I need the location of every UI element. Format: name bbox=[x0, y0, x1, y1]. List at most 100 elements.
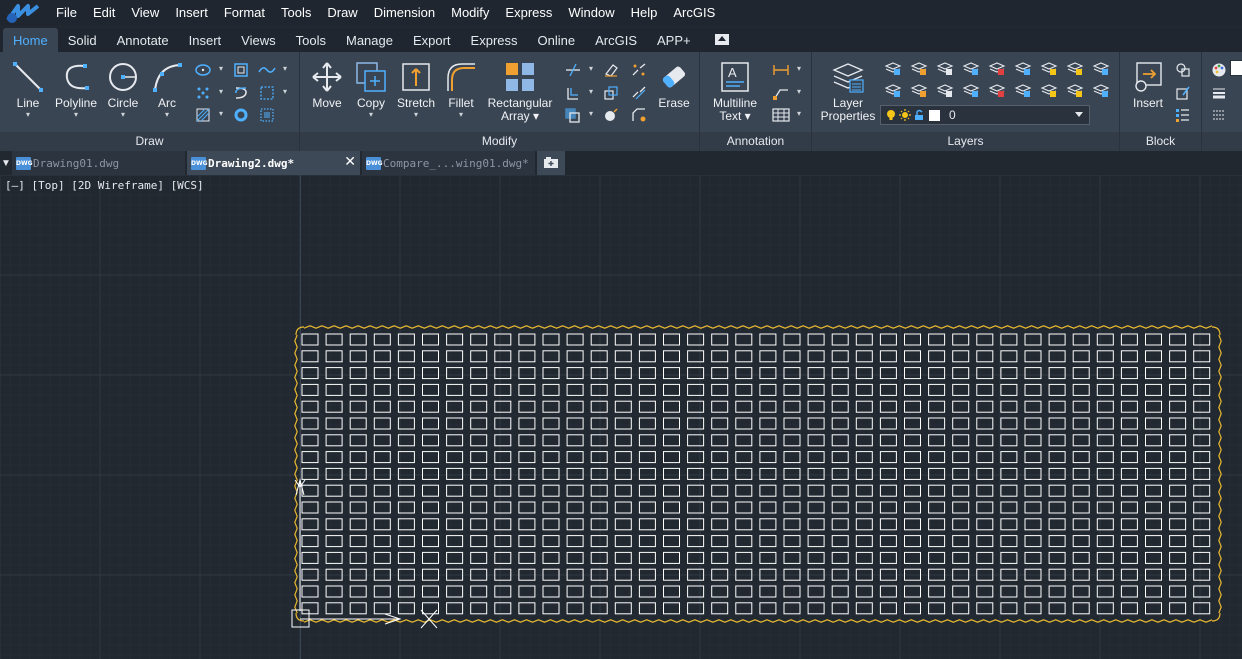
layer-current-button[interactable] bbox=[1012, 80, 1034, 100]
tab-manage[interactable]: Manage bbox=[336, 28, 403, 52]
tab-online[interactable]: Online bbox=[528, 28, 586, 52]
arc-button[interactable]: Arc ▾ bbox=[148, 60, 186, 119]
spline-button[interactable]: ▾ bbox=[256, 60, 287, 80]
polyline-dropdown-icon[interactable]: ▾ bbox=[74, 110, 78, 119]
join-button[interactable] bbox=[628, 83, 650, 103]
leader-button[interactable]: ▾ bbox=[770, 83, 801, 103]
helix-button[interactable] bbox=[230, 83, 252, 103]
multiline-text-button[interactable]: A Multiline Text ▾ bbox=[708, 60, 762, 123]
tab-solid[interactable]: Solid bbox=[58, 28, 107, 52]
layer-unisolate-button[interactable] bbox=[986, 80, 1008, 100]
tab-list-dropdown-icon[interactable]: ▼ bbox=[0, 151, 12, 175]
tab-annotate[interactable]: Annotate bbox=[107, 28, 179, 52]
color-palette-button[interactable] bbox=[1208, 60, 1230, 80]
layer-lock-button[interactable] bbox=[1012, 58, 1034, 78]
layer-unlock-button[interactable] bbox=[1038, 80, 1060, 100]
explode-button[interactable] bbox=[600, 105, 622, 125]
arc-dropdown-icon[interactable]: ▾ bbox=[165, 110, 169, 119]
close-tab-icon[interactable]: ✕ bbox=[344, 154, 356, 170]
new-drawing-button[interactable] bbox=[537, 151, 565, 175]
edit-block-button[interactable] bbox=[1172, 83, 1194, 103]
menu-view[interactable]: View bbox=[123, 0, 167, 26]
tab-insert[interactable]: Insert bbox=[179, 28, 232, 52]
layer-off-button[interactable] bbox=[986, 58, 1008, 78]
tab-home[interactable]: Home bbox=[3, 28, 58, 52]
menu-edit[interactable]: Edit bbox=[85, 0, 123, 26]
layer-match-button[interactable] bbox=[908, 58, 930, 78]
insert-block-button[interactable]: Insert bbox=[1128, 60, 1168, 110]
ribbon-minimize-icon[interactable] bbox=[714, 34, 729, 45]
layer-isolate-button[interactable] bbox=[934, 58, 956, 78]
polyline-button[interactable]: Polyline ▾ bbox=[54, 60, 98, 119]
tab-arcgis[interactable]: ArcGIS bbox=[585, 28, 647, 52]
scale-button[interactable] bbox=[600, 83, 622, 103]
layer-dropdown[interactable]: 0 bbox=[880, 105, 1090, 125]
menu-file[interactable]: File bbox=[48, 0, 85, 26]
layer-change-button[interactable] bbox=[960, 80, 982, 100]
layer-thaw-button[interactable] bbox=[1064, 58, 1086, 78]
ellipse-button[interactable]: ▾ bbox=[192, 60, 223, 80]
block-attributes-button[interactable] bbox=[1172, 105, 1194, 125]
offset-button[interactable]: ▾ bbox=[562, 105, 593, 125]
stretch-dropdown-icon[interactable]: ▾ bbox=[414, 110, 418, 119]
move-button[interactable]: Move bbox=[308, 60, 346, 110]
layer-freeze-button[interactable] bbox=[960, 58, 982, 78]
donut-button[interactable] bbox=[230, 105, 252, 125]
model-space[interactable] bbox=[0, 175, 1242, 659]
region-button[interactable]: ▾ bbox=[256, 83, 287, 103]
layer-walk-button[interactable] bbox=[1090, 58, 1112, 78]
menu-draw[interactable]: Draw bbox=[319, 0, 365, 26]
dimension-button[interactable]: ▾ bbox=[770, 60, 801, 80]
circle-button[interactable]: Circle ▾ bbox=[104, 60, 142, 119]
drawing-canvas[interactable]: [—] [Top] [2D Wireframe] [WCS] bbox=[0, 175, 1242, 659]
erase-button[interactable]: Erase bbox=[654, 60, 694, 110]
mirror-button[interactable]: ▾ bbox=[562, 83, 593, 103]
color-swatch[interactable] bbox=[1230, 60, 1242, 76]
fillet-button[interactable]: Fillet ▾ bbox=[442, 60, 480, 119]
wipeout-button[interactable] bbox=[256, 105, 278, 125]
tab-views[interactable]: Views bbox=[231, 28, 285, 52]
tab-export[interactable]: Export bbox=[403, 28, 461, 52]
viewport-controls[interactable]: [—] [Top] [2D Wireframe] [WCS] bbox=[5, 179, 204, 192]
menu-arcgis[interactable]: ArcGIS bbox=[665, 0, 723, 26]
menu-help[interactable]: Help bbox=[623, 0, 666, 26]
erase-small-button[interactable] bbox=[600, 60, 622, 80]
layer-delete-button[interactable] bbox=[934, 80, 956, 100]
chamfer-button[interactable] bbox=[628, 105, 650, 125]
copy-button[interactable]: Copy ▾ bbox=[352, 60, 390, 119]
file-tab-drawing01[interactable]: DWG Drawing01.dwg bbox=[12, 151, 185, 175]
file-tab-drawing2[interactable]: DWG Drawing2.dwg* ✕ bbox=[187, 151, 360, 175]
layer-translate-button[interactable] bbox=[1090, 80, 1112, 100]
menu-window[interactable]: Window bbox=[560, 0, 622, 26]
rectangle-button[interactable] bbox=[230, 60, 252, 80]
line-button[interactable]: Line ▾ bbox=[8, 60, 48, 119]
stretch-button[interactable]: Stretch ▾ bbox=[396, 60, 436, 119]
linetype-button[interactable] bbox=[1208, 83, 1230, 103]
hatch-button[interactable]: ▾ bbox=[192, 105, 223, 125]
tab-express[interactable]: Express bbox=[461, 28, 528, 52]
linetype-list-button[interactable] bbox=[1208, 105, 1230, 125]
layer-previous-button[interactable] bbox=[882, 58, 904, 78]
layer-properties-button[interactable]: Layer Properties bbox=[818, 60, 878, 123]
copy-dropdown-icon[interactable]: ▾ bbox=[369, 110, 373, 119]
layer-on-button[interactable] bbox=[1038, 58, 1060, 78]
menu-format[interactable]: Format bbox=[216, 0, 273, 26]
rectangular-array-button[interactable]: Rectangular Array ▾ bbox=[486, 60, 554, 123]
tab-tools[interactable]: Tools bbox=[286, 28, 336, 52]
file-tab-compare[interactable]: DWG Compare_...wing01.dwg* bbox=[362, 151, 535, 175]
circle-dropdown-icon[interactable]: ▾ bbox=[121, 110, 125, 119]
trim-button[interactable]: ▾ bbox=[562, 60, 593, 80]
menu-tools[interactable]: Tools bbox=[273, 0, 319, 26]
layer-merge-button[interactable] bbox=[908, 80, 930, 100]
tab-app-plus[interactable]: APP+ bbox=[647, 28, 701, 52]
menu-express[interactable]: Express bbox=[497, 0, 560, 26]
menu-modify[interactable]: Modify bbox=[443, 0, 497, 26]
layer-thaw-all-button[interactable] bbox=[1064, 80, 1086, 100]
line-dropdown-icon[interactable]: ▾ bbox=[26, 110, 30, 119]
table-button[interactable]: ▾ bbox=[770, 105, 801, 125]
menu-dimension[interactable]: Dimension bbox=[366, 0, 443, 26]
create-block-button[interactable] bbox=[1172, 60, 1194, 80]
menu-insert[interactable]: Insert bbox=[167, 0, 216, 26]
app-logo-icon[interactable] bbox=[0, 0, 48, 26]
layer-copy-button[interactable] bbox=[882, 80, 904, 100]
